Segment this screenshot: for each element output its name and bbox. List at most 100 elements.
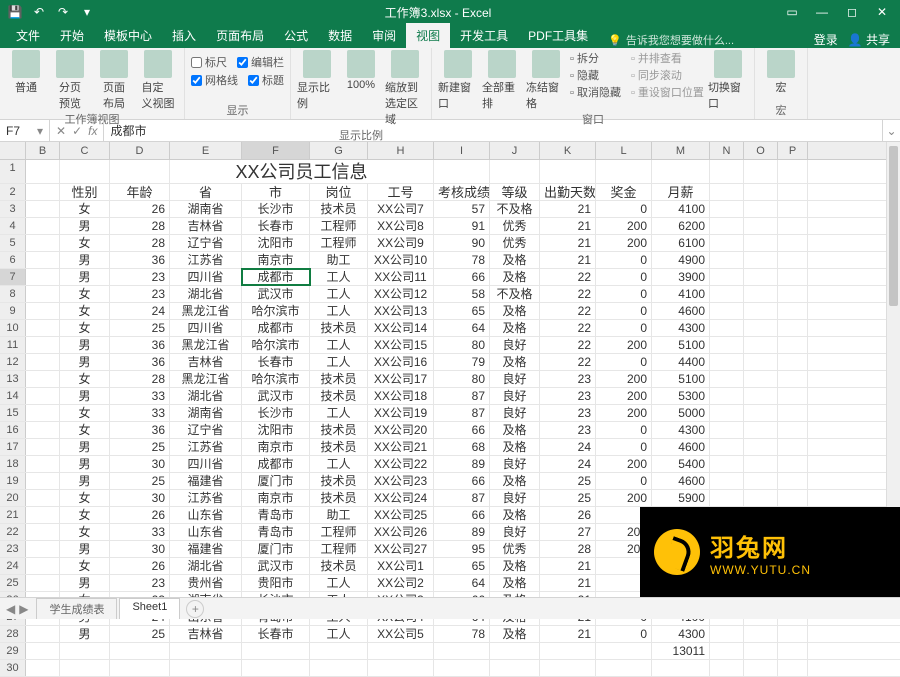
cell-H3[interactable]: XX公司7 (368, 201, 434, 217)
cell-G5[interactable]: 工程师 (310, 235, 368, 251)
cell-D16[interactable]: 36 (110, 422, 170, 438)
cell-I20[interactable]: 87 (434, 490, 490, 506)
cell-P19[interactable] (778, 473, 808, 489)
cell-G30[interactable] (310, 660, 368, 676)
tab-审阅[interactable]: 审阅 (362, 23, 406, 48)
cell-I9[interactable]: 65 (434, 303, 490, 319)
row-header[interactable]: 8 (0, 286, 26, 302)
col-header-G[interactable]: G (310, 142, 368, 159)
cell-J5[interactable]: 优秀 (490, 235, 540, 251)
cell-G25[interactable]: 工人 (310, 575, 368, 591)
cell-B14[interactable] (26, 388, 60, 404)
cell-B29[interactable] (26, 643, 60, 659)
cell-L28[interactable]: 0 (596, 626, 652, 642)
cell-I11[interactable]: 80 (434, 337, 490, 353)
row-header[interactable]: 4 (0, 218, 26, 234)
cell-K12[interactable]: 22 (540, 354, 596, 370)
cell-H20[interactable]: XX公司24 (368, 490, 434, 506)
col-header-O[interactable]: O (744, 142, 778, 159)
cell-D4[interactable]: 28 (110, 218, 170, 234)
cell-H16[interactable]: XX公司20 (368, 422, 434, 438)
cell-N16[interactable] (710, 422, 744, 438)
cell-L30[interactable] (596, 660, 652, 676)
tab-PDF工具集[interactable]: PDF工具集 (518, 23, 598, 48)
cell-K17[interactable]: 24 (540, 439, 596, 455)
cell-F19[interactable]: 厦门市 (242, 473, 310, 489)
cell-P16[interactable] (778, 422, 808, 438)
cell-H13[interactable]: XX公司17 (368, 371, 434, 387)
cell-K29[interactable] (540, 643, 596, 659)
cell-J6[interactable]: 及格 (490, 252, 540, 268)
cell-O19[interactable] (744, 473, 778, 489)
cell-F30[interactable] (242, 660, 310, 676)
cell-G11[interactable]: 工人 (310, 337, 368, 353)
cell-L29[interactable] (596, 643, 652, 659)
row-header[interactable]: 15 (0, 405, 26, 421)
cell-C23[interactable]: 男 (60, 541, 110, 557)
cell-C30[interactable] (60, 660, 110, 676)
cell-I10[interactable]: 64 (434, 320, 490, 336)
tab-开始[interactable]: 开始 (50, 23, 94, 48)
cell-D14[interactable]: 33 (110, 388, 170, 404)
cell-M11[interactable]: 5100 (652, 337, 710, 353)
cell-C22[interactable]: 女 (60, 524, 110, 540)
cell-M28[interactable]: 4300 (652, 626, 710, 642)
cell-E17[interactable]: 江苏省 (170, 439, 242, 455)
cell-K18[interactable]: 24 (540, 456, 596, 472)
row-header[interactable]: 19 (0, 473, 26, 489)
cell-P28[interactable] (778, 626, 808, 642)
cell-E29[interactable] (170, 643, 242, 659)
cell-C21[interactable]: 女 (60, 507, 110, 523)
cell-H28[interactable]: XX公司5 (368, 626, 434, 642)
col-header-N[interactable]: N (710, 142, 744, 159)
cell-K10[interactable]: 22 (540, 320, 596, 336)
cell-I13[interactable]: 80 (434, 371, 490, 387)
cell-B12[interactable] (26, 354, 60, 370)
cell-C15[interactable]: 女 (60, 405, 110, 421)
win-全部重排[interactable]: 全部重排 (482, 50, 522, 111)
cell-F18[interactable]: 成都市 (242, 456, 310, 472)
cell-G16[interactable]: 技术员 (310, 422, 368, 438)
cell-C25[interactable]: 男 (60, 575, 110, 591)
cell-L3[interactable]: 0 (596, 201, 652, 217)
cell-N28[interactable] (710, 626, 744, 642)
cell-F13[interactable]: 哈尔滨市 (242, 371, 310, 387)
tab-页面布局[interactable]: 页面布局 (206, 23, 274, 48)
cell-N4[interactable] (710, 218, 744, 234)
cell-O2[interactable] (744, 184, 778, 200)
cell-I28[interactable]: 78 (434, 626, 490, 642)
cell-G22[interactable]: 工程师 (310, 524, 368, 540)
checkbox[interactable] (237, 57, 248, 68)
row-header[interactable]: 5 (0, 235, 26, 251)
formula-input[interactable]: 成都市 (104, 122, 882, 139)
cell-F22[interactable]: 青岛市 (242, 524, 310, 540)
cell-D19[interactable]: 25 (110, 473, 170, 489)
tab-视图[interactable]: 视图 (406, 23, 450, 48)
cell-D20[interactable]: 30 (110, 490, 170, 506)
cell-H2[interactable]: 工号 (368, 184, 434, 200)
cell-L20[interactable]: 200 (596, 490, 652, 506)
cell-C2[interactable]: 性别 (60, 184, 110, 200)
cell-I18[interactable]: 89 (434, 456, 490, 472)
cell-N7[interactable] (710, 269, 744, 285)
cell-J16[interactable]: 及格 (490, 422, 540, 438)
cell-O9[interactable] (744, 303, 778, 319)
checkbox[interactable] (191, 57, 202, 68)
row-header[interactable]: 2 (0, 184, 26, 200)
cell-I23[interactable]: 95 (434, 541, 490, 557)
cell-N11[interactable] (710, 337, 744, 353)
cell-G7[interactable]: 工人 (310, 269, 368, 285)
cell-E20[interactable]: 江苏省 (170, 490, 242, 506)
undo-icon[interactable]: ↶ (28, 2, 50, 22)
cell-G3[interactable]: 技术员 (310, 201, 368, 217)
cell-J8[interactable]: 不及格 (490, 286, 540, 302)
cell-N15[interactable] (710, 405, 744, 421)
cell-F25[interactable]: 贵阳市 (242, 575, 310, 591)
cell-P29[interactable] (778, 643, 808, 659)
cell-J7[interactable]: 及格 (490, 269, 540, 285)
cell-O10[interactable] (744, 320, 778, 336)
cell-M1[interactable] (652, 160, 710, 183)
cell-H9[interactable]: XX公司13 (368, 303, 434, 319)
cell-C10[interactable]: 女 (60, 320, 110, 336)
cell-M16[interactable]: 4300 (652, 422, 710, 438)
